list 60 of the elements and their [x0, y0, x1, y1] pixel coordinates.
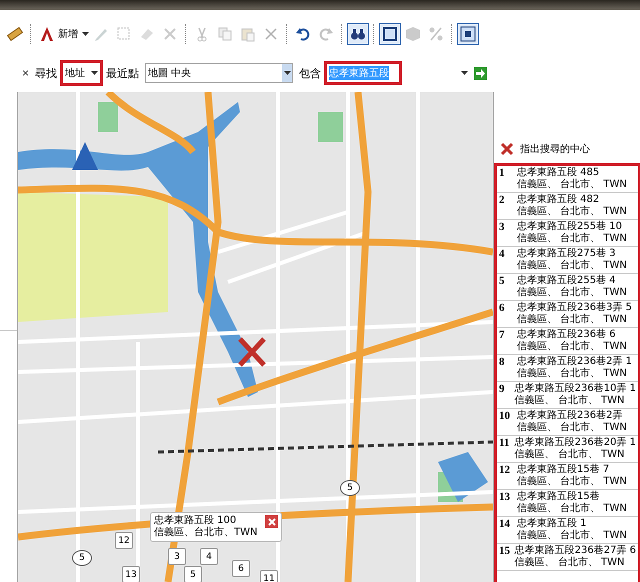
map-marker[interactable]: 12 — [115, 532, 133, 549]
letter-a-icon — [39, 26, 55, 42]
map-marker[interactable]: 4 — [200, 548, 218, 565]
cross-mark-icon — [500, 142, 514, 156]
close-button[interactable]: × — [22, 66, 30, 80]
caret-icon — [91, 71, 98, 75]
result-item[interactable]: 7 忠孝東路五段236巷 6 信義區、 台北市、 TWN — [497, 328, 638, 355]
paste-icon — [240, 26, 256, 42]
binoculars-icon — [350, 26, 366, 42]
new-button[interactable]: 新增 — [36, 23, 81, 45]
result-item[interactable]: 5 忠孝東路五段255巷 4 信義區、 台北市、 TWN — [497, 274, 638, 301]
result-item[interactable]: 10 忠孝東路五段236巷2弄 信義區、 台北市、 TWN — [497, 409, 638, 436]
map-marker[interactable]: 6 — [232, 560, 250, 577]
cross-mark-icon — [238, 336, 266, 368]
cube-icon — [405, 26, 421, 42]
caret-icon[interactable] — [461, 71, 468, 75]
result-item[interactable]: 15 忠孝東路五段236巷27弄 6 信義區、 台北市、 TWN — [497, 544, 638, 571]
result-item[interactable]: 1 忠孝東路五段 485 信義區、 台北市、 TWN — [497, 166, 638, 193]
toolbar-button[interactable] — [379, 23, 401, 45]
popup-title: 忠孝東路五段 100 — [154, 515, 238, 526]
caret-icon[interactable] — [82, 32, 89, 36]
result-item[interactable]: 3 忠孝東路五段255巷 10 信義區、 台北市、 TWN — [497, 220, 638, 247]
contains-label: 包含 — [299, 66, 322, 80]
fit-icon — [460, 26, 476, 42]
result-item[interactable]: 9 忠孝東路五段236巷10弄 1 信義區、 台北市、 TWN — [497, 382, 638, 409]
map-marker[interactable]: 11 — [260, 570, 278, 582]
caret-icon — [284, 71, 291, 75]
map-marker[interactable]: 13 — [122, 566, 140, 582]
popup-address: 信義區、台北市、TWN — [154, 527, 258, 539]
delete-icon — [263, 26, 279, 42]
eraser-icon — [139, 26, 155, 42]
map-marker[interactable]: 3 — [168, 548, 186, 565]
triangle-icon — [72, 142, 98, 170]
toolbar-button[interactable] — [457, 23, 479, 45]
undo-icon — [295, 26, 311, 42]
center-button[interactable]: 指出搜尋的中心 — [494, 140, 596, 158]
redo-icon — [318, 26, 334, 42]
copy-icon — [217, 26, 233, 42]
near-dropdown[interactable]: 地圖 中央 — [145, 63, 294, 83]
result-item[interactable]: 4 忠孝東路五段275巷 3 信義區、 台北市、 TWN — [497, 247, 638, 274]
square-icon — [382, 26, 398, 42]
percent-icon — [428, 26, 444, 42]
map-marker[interactable]: 5 — [184, 566, 202, 582]
result-item[interactable]: 11 忠孝東路五段236巷20弄 1 信義區、 台北市、 TWN — [497, 436, 638, 463]
result-item[interactable]: 12 忠孝東路五段15巷 7 信義區、 台北市、 TWN — [497, 463, 638, 490]
near-label: 最近點 — [106, 66, 140, 80]
find-label: 尋找 — [35, 66, 58, 80]
close-button[interactable] — [265, 515, 278, 528]
go-button[interactable] — [474, 66, 488, 80]
result-item[interactable]: 8 忠孝東路五段236巷2弄 1 信義區、 台北市、 TWN — [497, 355, 638, 382]
toolbar-button[interactable] — [347, 23, 369, 45]
result-item[interactable]: 14 忠孝東路五段 1 信義區、 台北市、 TWN — [497, 517, 638, 544]
arrow-icon — [474, 66, 488, 80]
result-item[interactable]: 2 忠孝東路五段 482 信義區、 台北市、 TWN — [497, 193, 638, 220]
pencil-icon — [93, 26, 109, 42]
result-item[interactable]: 13 忠孝東路五段15巷 信義區、 台北市、 TWN — [497, 490, 638, 517]
dashed-square-icon — [116, 26, 132, 42]
find-type-dropdown[interactable]: 地址 — [63, 63, 100, 83]
close-icon — [266, 516, 276, 526]
result-item[interactable]: 6 忠孝東路五段236巷3弄 5 信義區、 台北市、 TWN — [497, 301, 638, 328]
